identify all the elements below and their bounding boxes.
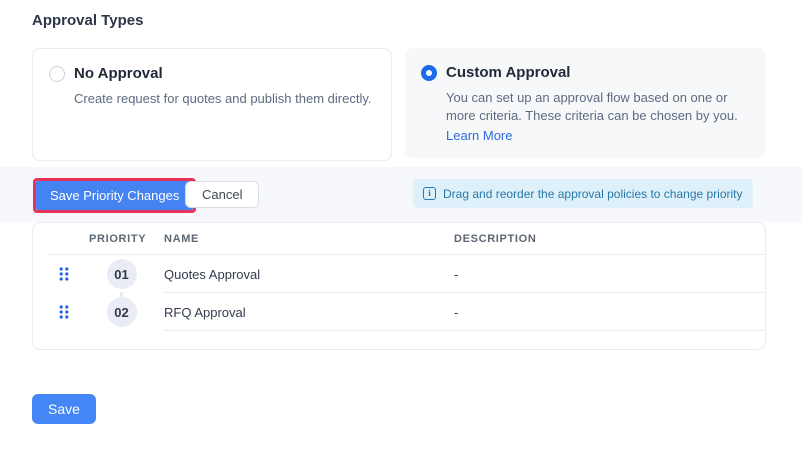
column-header-name: NAME: [164, 233, 454, 245]
cancel-button[interactable]: Cancel: [185, 181, 259, 208]
policy-name: Quotes Approval: [164, 267, 454, 282]
drag-reorder-info-banner: i Drag and reorder the approval policies…: [413, 179, 753, 208]
policy-description: -: [454, 267, 765, 282]
option-title-custom-approval: Custom Approval: [446, 63, 750, 83]
column-header-description: DESCRIPTION: [454, 233, 764, 245]
save-priority-changes-button[interactable]: Save Priority Changes: [36, 181, 193, 210]
priority-badge: 01: [107, 259, 137, 289]
page-title: Approval Types: [32, 12, 143, 29]
table-row: 02 RFQ Approval -: [33, 293, 765, 331]
learn-more-link[interactable]: Learn More: [446, 127, 512, 145]
column-header-priority: PRIORITY: [79, 233, 164, 245]
drag-handle[interactable]: [49, 267, 79, 281]
policy-name: RFQ Approval: [164, 305, 454, 320]
priority-badge: 02: [107, 297, 137, 327]
radio-custom-approval[interactable]: [421, 65, 437, 81]
approval-policies-table: PRIORITY NAME DESCRIPTION 01 Quotes Appr…: [32, 222, 766, 350]
radio-no-approval[interactable]: [49, 66, 65, 82]
option-description-custom-approval: You can set up an approval flow based on…: [446, 89, 750, 125]
info-icon: i: [423, 187, 436, 200]
option-card-custom-approval[interactable]: Custom Approval You can set up an approv…: [405, 48, 766, 158]
policy-description: -: [454, 305, 765, 320]
drag-dots-icon: [59, 267, 69, 281]
drag-handle[interactable]: [49, 305, 79, 319]
save-button[interactable]: Save: [32, 394, 96, 424]
option-title-no-approval: No Approval: [74, 64, 371, 84]
option-card-no-approval[interactable]: No Approval Create request for quotes an…: [32, 48, 392, 161]
table-header-row: PRIORITY NAME DESCRIPTION: [49, 223, 764, 255]
drag-dots-icon: [59, 305, 69, 319]
option-description-no-approval: Create request for quotes and publish th…: [74, 90, 371, 108]
table-row: 01 Quotes Approval -: [33, 255, 765, 293]
annotation-highlight-ring: Save Priority Changes: [33, 178, 196, 213]
info-banner-text: Drag and reorder the approval policies t…: [443, 187, 743, 201]
